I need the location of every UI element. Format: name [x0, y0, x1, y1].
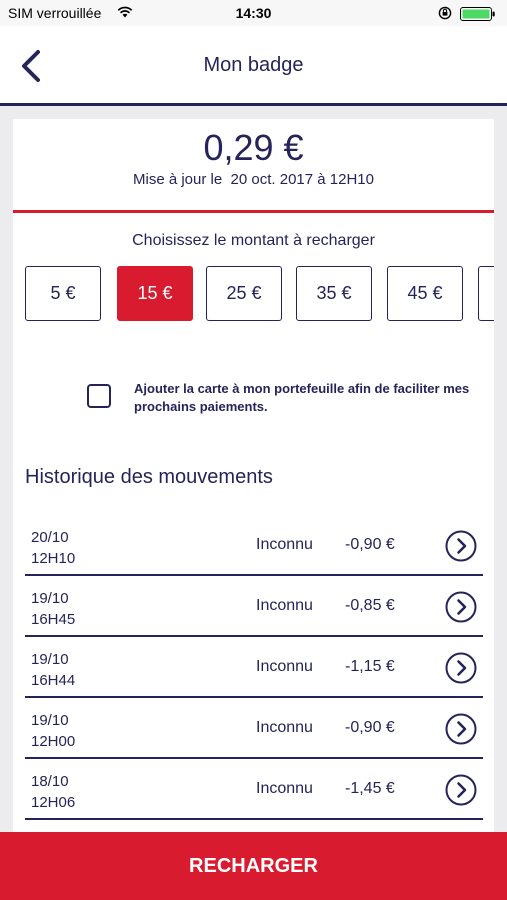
history-list: 20/10 12H10 Inconnu -0,90 € 19/10 16H45 …: [25, 515, 483, 820]
last-update-date: 20 oct. 2017 à 12H10: [230, 171, 374, 188]
chevron-right-icon[interactable]: [445, 530, 477, 562]
battery-icon: [460, 7, 495, 21]
amount-option-selected[interactable]: 15 €: [117, 266, 193, 321]
amount-title: Choisissez le montant à recharger: [132, 232, 375, 249]
movement-time: 16H45: [31, 611, 76, 628]
wallet-checkbox-label: Ajouter la carte à mon portefeuille afin…: [134, 381, 470, 414]
movement-date: 20/10: [31, 529, 69, 546]
history-row[interactable]: 19/10 12H00 Inconnu -0,90 €: [25, 698, 483, 759]
chevron-right-icon[interactable]: [445, 652, 477, 684]
movement-datetime: 19/10 16H44: [31, 649, 75, 691]
history-title: Historique des mouvements: [25, 466, 273, 488]
chevron-right-icon[interactable]: [445, 713, 477, 745]
movement-amount: -0,90 €: [345, 536, 395, 553]
divider: [13, 210, 494, 213]
clock: 14:30: [235, 5, 272, 21]
movement-amount: -0,90 €: [345, 719, 395, 736]
last-update-prefix: Mise à jour le: [133, 171, 223, 188]
amount-option[interactable]: 45 €: [387, 266, 463, 321]
recharge-button[interactable]: RECHARGER: [0, 832, 507, 900]
movement-amount: -0,85 €: [345, 597, 395, 614]
movement-amount: -1,45 €: [345, 780, 395, 797]
movement-date: 18/10: [31, 773, 69, 790]
balance-amount: 0,29 €: [203, 127, 304, 168]
history-row[interactable]: 18/10 12H06 Inconnu -1,45 €: [25, 759, 483, 820]
amount-option[interactable]: 25 €: [206, 266, 282, 321]
last-update: Mise à jour le 20 oct. 2017 à 12H10: [13, 171, 494, 188]
movement-datetime: 19/10 12H00: [31, 710, 75, 752]
history-row[interactable]: 19/10 16H44 Inconnu -1,15 €: [25, 637, 483, 698]
movement-status: Inconnu: [256, 597, 313, 614]
amount-selector: 5 € 15 € 25 € 35 € 45 €: [25, 266, 494, 322]
chevron-right-icon[interactable]: [445, 591, 477, 623]
rotation-lock-icon: [438, 6, 452, 20]
badge-card: 0,29 € Mise à jour le 20 oct. 2017 à 12H…: [13, 119, 494, 832]
movement-time: 12H06: [31, 794, 76, 811]
history-row[interactable]: 20/10 12H10 Inconnu -0,90 €: [25, 515, 483, 576]
movement-status: Inconnu: [256, 780, 313, 797]
history-row[interactable]: 19/10 16H45 Inconnu -0,85 €: [25, 576, 483, 637]
amount-option-partial[interactable]: [478, 266, 494, 321]
nav-bar: Mon badge: [0, 26, 507, 106]
movement-time: 12H10: [31, 550, 76, 567]
amount-option[interactable]: 35 €: [296, 266, 372, 321]
movement-datetime: 19/10 16H45: [31, 588, 75, 630]
movement-datetime: 18/10 12H06: [31, 771, 75, 813]
wallet-checkbox[interactable]: [87, 384, 111, 408]
movement-amount: -1,15 €: [345, 658, 395, 675]
movement-status: Inconnu: [256, 719, 313, 736]
movement-time: 12H00: [31, 733, 76, 750]
movement-date: 19/10: [31, 651, 69, 668]
amount-option[interactable]: 5 €: [25, 266, 101, 321]
status-bar: SIM verrouillée 14:30: [0, 0, 507, 26]
movement-date: 19/10: [31, 712, 69, 729]
movement-time: 16H44: [31, 672, 76, 689]
movement-status: Inconnu: [256, 536, 313, 553]
movement-status: Inconnu: [256, 658, 313, 675]
movement-date: 19/10: [31, 590, 69, 607]
page-title: Mon badge: [203, 54, 304, 76]
movement-datetime: 20/10 12H10: [31, 527, 75, 569]
chevron-right-icon[interactable]: [445, 774, 477, 806]
